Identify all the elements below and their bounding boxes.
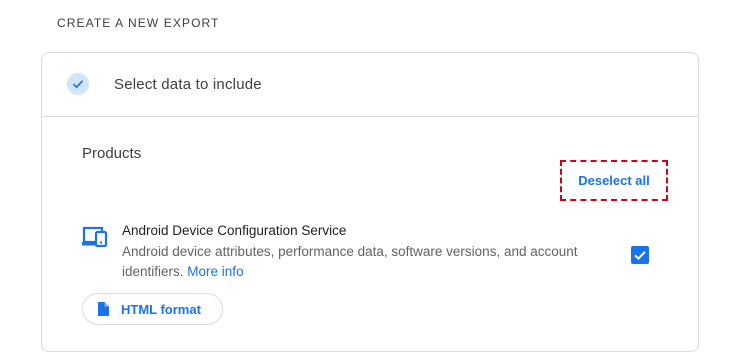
product-description: Android device attributes, performance d… (122, 242, 622, 282)
devices-icon (82, 225, 112, 249)
format-label: HTML format (121, 301, 201, 317)
more-info-link[interactable]: More info (187, 264, 243, 279)
products-label: Products (82, 145, 142, 162)
step-label: Select data to include (114, 76, 262, 93)
format-chip[interactable]: HTML format (82, 293, 223, 325)
deselect-all-highlight: Deselect all (560, 160, 668, 201)
section-title: CREATE A NEW EXPORT (57, 16, 220, 30)
product-checkbox[interactable] (631, 246, 649, 264)
export-card: Select data to include Products Deselect… (41, 52, 699, 352)
step-header[interactable]: Select data to include (42, 53, 698, 117)
file-icon (97, 302, 109, 316)
check-icon (67, 73, 89, 95)
deselect-all-button[interactable]: Deselect all (578, 173, 650, 188)
product-name: Android Device Configuration Service (122, 223, 347, 238)
